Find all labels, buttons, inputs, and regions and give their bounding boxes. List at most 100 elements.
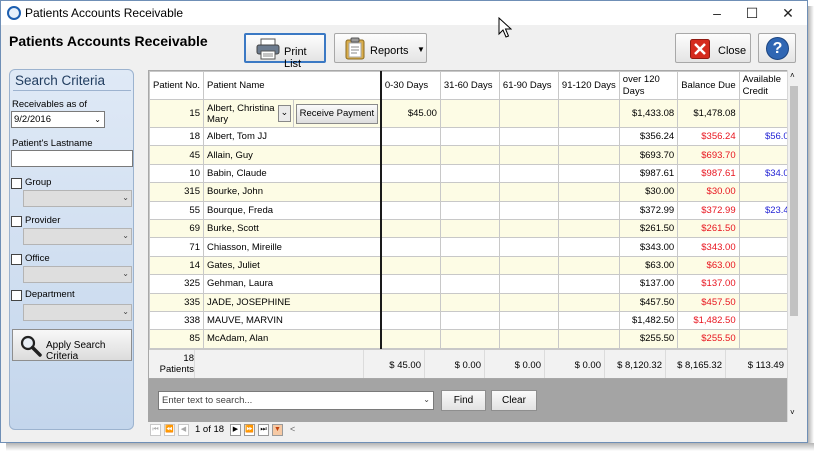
table-row[interactable]: 338 MAUVE, MARVIN $1,482.50 $1,482.50 (149, 310, 798, 331)
column-header-91-120[interactable]: 91-120 Days (557, 71, 620, 100)
grid-search-input[interactable]: Enter text to search... ⌄ (158, 391, 434, 410)
aging-over-120-cell: $457.50 (618, 292, 679, 312)
aging-0-30-cell (380, 126, 441, 147)
column-header-patient-no[interactable]: Patient No. (149, 71, 204, 100)
receivables-date-field[interactable]: 9/2/2016 ⌄ (11, 111, 105, 128)
group-checkbox[interactable] (11, 178, 22, 189)
aging-0-30-cell (380, 329, 441, 349)
reports-label: Reports (370, 45, 409, 57)
aging-31-60-cell (439, 237, 500, 257)
balance-due-cell: $1,482.50 (677, 310, 740, 331)
column-header-balance-due[interactable]: Balance Due (677, 71, 740, 100)
patient-name-cell: MAUVE, MARVIN (203, 310, 294, 331)
actions-cell (293, 145, 382, 165)
department-select[interactable]: ⌄ (23, 304, 132, 321)
totals-91-120: $ 0.00 (545, 350, 605, 378)
scrollbar-thumb[interactable] (790, 86, 798, 316)
maximize-icon[interactable]: ☐ (732, 1, 772, 25)
table-row[interactable]: 335 JADE, JOSEPHINE $457.50 $457.50 (149, 292, 798, 312)
table-row[interactable]: 325 Gehman, Laura $137.00 $137.00 (149, 274, 798, 294)
last-page-icon[interactable]: ⏭ (258, 424, 269, 436)
aging-0-30-cell (380, 292, 441, 312)
chevron-down-icon[interactable]: ⌄ (94, 115, 101, 124)
clear-button[interactable]: Clear (491, 390, 537, 411)
grid-search-placeholder: Enter text to search... (162, 395, 253, 406)
print-list-button[interactable]: Print List (244, 33, 326, 70)
minimize-icon[interactable]: – (697, 1, 737, 25)
aging-over-120-cell: $372.99 (618, 200, 679, 220)
totals-over-120: $ 8,120.32 (605, 350, 666, 378)
table-row[interactable]: 55 Bourque, Freda $372.99 $372.99 $23.49 (149, 200, 798, 220)
grid-search-bar: Enter text to search... ⌄ Find Clear (148, 379, 787, 422)
provider-checkbox[interactable] (11, 216, 22, 227)
next-page-icon[interactable]: ▶ (230, 424, 241, 436)
receive-payment-button[interactable]: Receive Payment (295, 103, 378, 124)
office-select[interactable]: ⌄ (23, 266, 132, 283)
table-row[interactable]: 10 Babin, Claude $987.61 $987.61 $34.00 (149, 163, 798, 184)
aging-31-60-cell (439, 145, 500, 165)
aging-over-120-cell: $261.50 (618, 218, 679, 239)
filter-icon[interactable]: ▼ (272, 424, 283, 436)
table-row[interactable]: 315 Bourke, John $30.00 $30.00 (149, 182, 798, 202)
department-checkbox[interactable] (11, 290, 22, 301)
chevron-down-icon: ⌄ (122, 269, 129, 278)
aging-31-60-cell (439, 218, 500, 239)
title-bar: Patients Accounts Receivable – ☐ ✕ (1, 1, 807, 25)
actions-cell (293, 182, 382, 202)
column-header-patient-name[interactable]: Patient Name (203, 71, 294, 100)
balance-due-cell: $372.99 (677, 200, 740, 220)
aging-0-30-cell (380, 310, 441, 331)
scroll-down-icon[interactable]: ˅ (790, 408, 795, 417)
table-row[interactable]: 14 Gates, Juliet $63.00 $63.00 (149, 255, 798, 276)
next-set-icon[interactable]: ⏩ (244, 424, 255, 436)
patient-name-cell: Albert, Christina Mary ⌄ (203, 99, 294, 128)
office-checkbox[interactable] (11, 254, 22, 265)
column-header-0-30[interactable]: 0-30 Days (380, 71, 441, 100)
patient-no-cell: 55 (149, 200, 204, 220)
provider-label: Provider (25, 215, 61, 226)
totals-balance-due: $ 8,165.32 (666, 350, 726, 378)
help-button[interactable]: ? (758, 33, 796, 63)
patient-no-cell: 335 (149, 292, 204, 312)
actions-cell (293, 218, 382, 239)
apply-search-button[interactable]: Apply Search Criteria (12, 329, 132, 362)
table-row[interactable]: 18 Albert, Tom JJ $356.24 $356.24 $56.00 (149, 126, 798, 147)
reports-button[interactable]: Reports ▼ (334, 33, 427, 63)
chevron-down-icon[interactable]: ⌄ (277, 105, 291, 122)
balance-due-cell: $137.00 (677, 274, 740, 294)
close-button[interactable]: Close (675, 33, 751, 63)
column-header-over-120[interactable]: over 120 Days (618, 71, 679, 100)
table-row[interactable]: 85 McAdam, Alan $255.50 $255.50 (149, 329, 798, 349)
aging-91-120-cell (557, 145, 620, 165)
column-header-61-90[interactable]: 61-90 Days (498, 71, 559, 100)
prev-set-icon[interactable]: ⏪ (164, 424, 175, 436)
aging-91-120-cell (557, 126, 620, 147)
balance-due-cell: $356.24 (677, 126, 740, 147)
patient-name-cell: Burke, Scott (203, 218, 294, 239)
column-header-31-60[interactable]: 31-60 Days (439, 71, 500, 100)
balance-due-cell: $693.70 (677, 145, 740, 165)
first-page-icon[interactable]: ⏮ (150, 424, 161, 436)
scroll-up-icon[interactable]: ˄ (790, 71, 795, 80)
balance-due-cell: $343.00 (677, 237, 740, 257)
provider-select[interactable]: ⌄ (23, 228, 132, 245)
group-select[interactable]: ⌄ (23, 190, 132, 207)
table-row[interactable]: 45 Allain, Guy $693.70 $693.70 (149, 145, 798, 165)
vertical-scrollbar[interactable]: ˄ ˅ (787, 70, 799, 422)
aging-0-30-cell (380, 274, 441, 294)
lastname-label: Patient's Lastname (12, 138, 93, 149)
scroll-left-icon[interactable]: ˂ (290, 424, 295, 434)
lastname-input[interactable] (11, 150, 133, 167)
actions-cell (293, 126, 382, 147)
prev-page-icon[interactable]: ◀ (178, 424, 189, 436)
close-icon[interactable]: ✕ (768, 1, 808, 25)
table-row[interactable]: 71 Chiasson, Mireille $343.00 $343.00 (149, 237, 798, 257)
find-button[interactable]: Find (441, 390, 486, 411)
app-icon (7, 6, 21, 20)
close-x-icon (690, 39, 710, 59)
chevron-down-icon[interactable]: ⌄ (423, 395, 430, 404)
aging-31-60-cell (439, 163, 500, 184)
table-row[interactable]: 69 Burke, Scott $261.50 $261.50 (149, 218, 798, 239)
table-row[interactable]: 15 Albert, Christina Mary ⌄ Receive Payment… (149, 99, 798, 128)
aging-31-60-cell (439, 292, 500, 312)
